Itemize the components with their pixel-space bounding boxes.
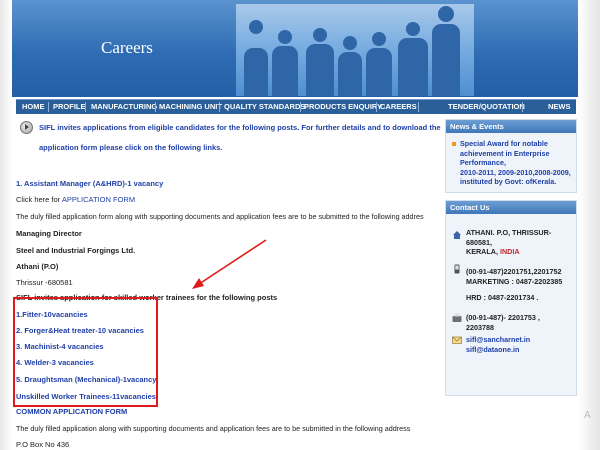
- contact-country: INDIA: [499, 247, 520, 256]
- application-form-link[interactable]: APPLICATION FORM: [62, 195, 135, 204]
- po-box: P.O Box No 436: [16, 440, 70, 449]
- main-nav: HOME PROFILE MANUFACTURING MACHINING UNI…: [16, 99, 576, 114]
- worker-figure: [272, 30, 298, 96]
- nav-separator: [219, 102, 220, 112]
- contact-panel: Contact Us ATHANI. P.O, THRISSUR- 680581…: [445, 200, 577, 396]
- nav-separator: [48, 102, 49, 112]
- address-line-4: Thrissur -680581: [16, 278, 73, 287]
- contact-address-line1: ATHANI. P.O, THRISSUR-: [466, 228, 552, 237]
- contact-fax-line1: (00-91-487)- 2201753 ,: [466, 313, 540, 322]
- common-application-form-link[interactable]: COMMON APPLICATION FORM: [16, 407, 127, 416]
- contact-marketing: MARKETING : 0487-2202385: [466, 277, 563, 286]
- news-line-4[interactable]: 2010-2011, 2009-2010,2008-2009,: [460, 168, 571, 177]
- click-here-line: Click here for APPLICATION FORM: [16, 195, 135, 204]
- intro-text-line2: application form please click on the fol…: [39, 143, 223, 152]
- contact-fax-line2: 2203788: [466, 322, 494, 332]
- nav-separator: [376, 102, 377, 112]
- contact-hrd: HRD : 0487-2201734 .: [466, 293, 539, 302]
- nav-separator: [522, 102, 523, 112]
- nav-separator: [418, 102, 419, 112]
- highlight-box: [13, 297, 158, 407]
- phone-icon: [454, 264, 460, 274]
- header-banner: Careers: [12, 0, 578, 97]
- nav-profile[interactable]: PROFILE: [53, 100, 86, 114]
- worker-figure: [244, 20, 268, 96]
- nav-machining-unit[interactable]: MACHINING UNIT: [159, 100, 222, 114]
- news-line-1[interactable]: Special Award for notable: [460, 139, 548, 148]
- nav-separator: [85, 102, 86, 112]
- arrow-icon: [192, 239, 267, 289]
- mail-icon: [452, 336, 462, 344]
- contact-address-line2: 680581,: [466, 237, 492, 247]
- nav-news[interactable]: NEWS: [548, 100, 571, 114]
- contact-panel-title: Contact Us: [446, 201, 576, 214]
- click-here-text: Click here for: [16, 195, 62, 204]
- submit-instructions-2: The duly filled application along with s…: [16, 424, 411, 433]
- contact-state: KERALA,: [466, 247, 500, 256]
- contact-email-1[interactable]: sifl@sancharnet.in: [466, 335, 530, 344]
- fax-icon: [452, 313, 462, 322]
- nav-products-enquiry[interactable]: PRODUCTS ENQUIRY: [304, 100, 382, 114]
- address-line-3: Athani (P.O): [16, 262, 59, 271]
- address-line-2: Steel and Industrial Forgings Ltd.: [16, 246, 136, 255]
- nav-quality-standards[interactable]: QUALITY STANDARDS: [224, 100, 305, 114]
- contact-email-2[interactable]: sifl@dataone.in: [466, 345, 519, 354]
- news-panel-title: News & Events: [446, 120, 576, 133]
- contact-address-line3: KERALA, INDIA: [466, 247, 520, 256]
- banner-title: Careers: [101, 38, 153, 57]
- nav-tender-quotation[interactable]: TENDER/QUOTATION: [448, 100, 525, 114]
- nav-manufacturing[interactable]: MANUFACTURING: [91, 100, 157, 114]
- news-line-5[interactable]: instituted by Govt: ofKerala.: [460, 177, 556, 186]
- intro-text-line1: SIFL invites applications from eligible …: [39, 123, 441, 132]
- edge-fragment: A: [584, 410, 591, 421]
- right-shadow: [578, 0, 600, 450]
- play-circle-icon: [20, 121, 33, 134]
- nav-careers[interactable]: CAREERS: [380, 100, 417, 114]
- worker-figure: [398, 22, 428, 96]
- page: Careers HOME PROFILE MANUFACTURING MACHI…: [12, 0, 578, 450]
- submit-instructions: The duly filled application form along w…: [16, 212, 424, 221]
- news-line-2[interactable]: achievement in Enterprise: [460, 149, 549, 158]
- nav-home[interactable]: HOME: [22, 100, 45, 114]
- worker-figure: [366, 32, 392, 96]
- worker-figure: [306, 28, 334, 96]
- news-line-3[interactable]: Performance,: [460, 158, 506, 167]
- post-assistant-manager[interactable]: 1. Assistant Manager (A&HRD)-1 vacancy: [16, 179, 163, 188]
- news-panel: News & Events Special Award for notable …: [445, 119, 577, 193]
- nav-separator: [155, 102, 156, 112]
- nav-separator: [300, 102, 301, 112]
- address-line-1: Managing Director: [16, 229, 82, 238]
- home-icon: [453, 231, 461, 239]
- worker-figure: [432, 6, 460, 96]
- banner-photo: [236, 4, 474, 96]
- contact-phone: (00-91-487)2201751,2201752: [466, 267, 562, 276]
- worker-figure: [338, 36, 362, 96]
- left-shadow: [0, 0, 12, 450]
- bullet-icon: [452, 142, 456, 146]
